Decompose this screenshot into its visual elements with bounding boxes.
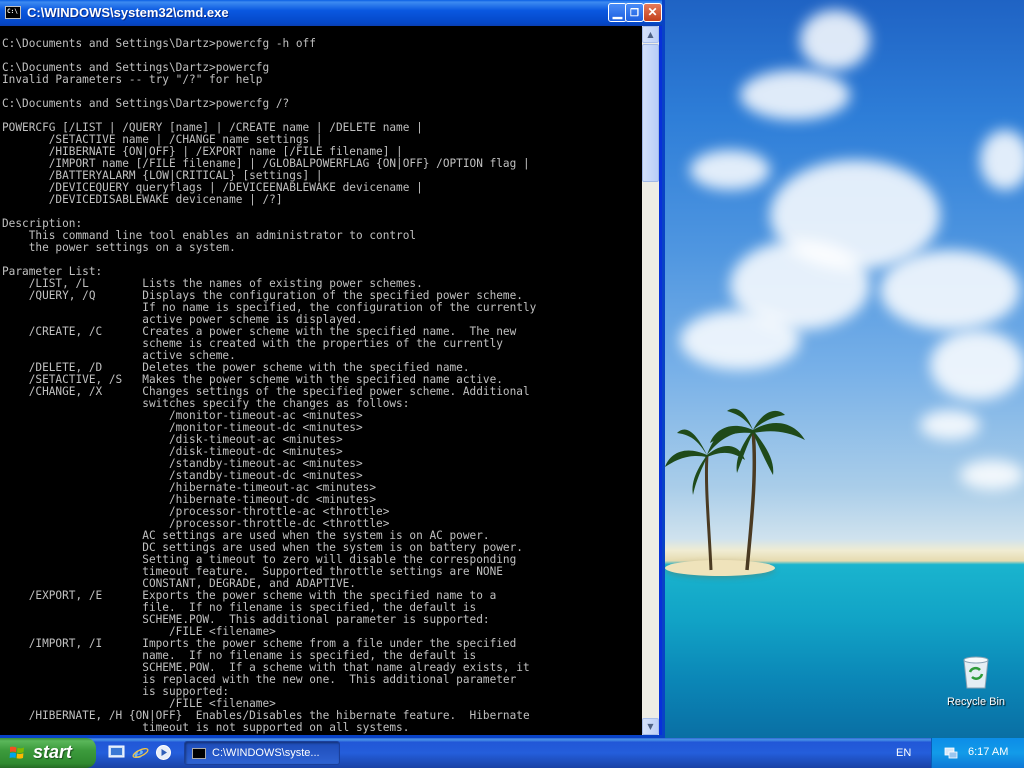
window-title: C:\WINDOWS\system32\cmd.exe <box>27 5 229 20</box>
internet-explorer-icon[interactable]: e <box>132 744 149 761</box>
recycle-bin-label: Recycle Bin <box>946 696 1006 708</box>
desktop-quicklaunch-icon[interactable] <box>108 744 125 761</box>
arrow-down-icon: ▼ <box>647 722 654 731</box>
scroll-down-button[interactable]: ▼ <box>642 718 659 735</box>
console-output[interactable]: C:\Documents and Settings\Dartz>powercfg… <box>0 26 642 735</box>
scroll-up-button[interactable]: ▲ <box>642 26 659 43</box>
recycle-bin[interactable]: Recycle Bin <box>938 654 1014 708</box>
media-player-icon[interactable] <box>155 744 172 761</box>
windows-logo-icon <box>9 746 24 759</box>
taskbar: start e C:\WINDOWS\syste... EN 6:17 AM <box>0 738 1024 768</box>
title-bar[interactable]: C:\ C:\WINDOWS\system32\cmd.exe ▁ ❐ ✕ <box>0 0 662 26</box>
scrollbar-thumb[interactable] <box>642 44 659 182</box>
cmd-window: C:\ C:\WINDOWS\system32\cmd.exe ▁ ❐ ✕ C:… <box>0 0 665 738</box>
console-text: C:\Documents and Settings\Dartz>powercfg… <box>2 37 537 734</box>
cmd-icon: C:\ <box>5 6 21 19</box>
system-tray: 6:17 AM <box>931 738 1024 768</box>
restore-button[interactable]: ❐ <box>625 3 644 22</box>
start-label: start <box>33 742 73 762</box>
arrow-up-icon: ▲ <box>647 30 654 39</box>
vertical-scrollbar[interactable]: ▲ ▼ <box>642 26 659 735</box>
language-indicator[interactable]: EN <box>896 747 911 759</box>
restore-icon: ❐ <box>630 8 639 19</box>
network-icon[interactable] <box>943 745 959 761</box>
taskbar-cmd-button[interactable]: C:\WINDOWS\syste... <box>184 741 340 765</box>
minimize-icon: ▁ <box>612 5 623 19</box>
clock[interactable]: 6:17 AM <box>968 746 1008 758</box>
start-button[interactable]: start <box>0 738 96 768</box>
palm-trees <box>665 408 805 571</box>
close-button[interactable]: ✕ <box>643 3 662 22</box>
taskbar-cmd-title: C:\WINDOWS\syste... <box>212 747 320 759</box>
close-icon: ✕ <box>647 5 658 19</box>
recycle-bin-icon <box>963 656 989 689</box>
cmd-icon <box>192 748 206 759</box>
